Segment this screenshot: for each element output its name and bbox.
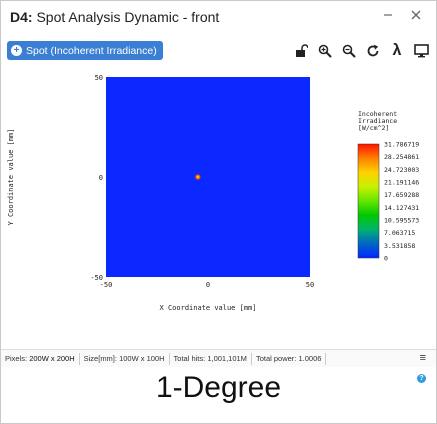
close-button[interactable] <box>406 7 426 27</box>
zoom-in-icon <box>318 44 332 58</box>
colorbar-tick-label: 10.595573 <box>384 217 419 225</box>
spot-analysis-type-button[interactable]: + Spot (Incoherent Irradiance) <box>7 41 163 60</box>
colorbar-tick-label: 28.254861 <box>384 153 419 161</box>
hamburger-menu-icon[interactable]: ≡ <box>420 352 426 364</box>
lambda-icon: λ <box>392 42 402 59</box>
colorbar-tick-label: 7.063715 <box>384 229 415 237</box>
zoom-in-button[interactable] <box>314 40 336 62</box>
minimize-icon <box>384 14 392 16</box>
x-tick-label: -50 <box>100 281 113 289</box>
y-tick-label: 50 <box>95 74 103 82</box>
status-total-hits: Total hits: 1,001,101M <box>170 352 252 365</box>
plus-circle-icon: + <box>11 45 22 56</box>
status-pixels: Pixels: 200W x 200H <box>1 352 80 365</box>
plot-area: -50 0 50 50 0 -50 X Coordinate value [mm] Y Coo… <box>1 67 436 349</box>
window-title: D4: Spot Analysis Dynamic - front <box>10 9 220 25</box>
y-tick-label: 0 <box>99 174 103 182</box>
y-axis-label: Y Coordinate value [mm] <box>7 129 15 226</box>
colorbar-tick-label: 3.531858 <box>384 242 415 250</box>
monitor-icon <box>413 44 429 58</box>
wavelength-button[interactable]: λ <box>386 40 408 62</box>
colorbar-tick-label: 21.191146 <box>384 179 419 187</box>
heatmap-field <box>106 77 310 277</box>
unlock-icon <box>296 44 308 57</box>
colorbar-tick-label: 14.127431 <box>384 204 419 212</box>
help-icon[interactable]: ? <box>417 374 426 383</box>
zoom-out-button[interactable] <box>338 40 360 62</box>
y-tick-label: -50 <box>90 274 103 282</box>
spot-analysis-type-label: Spot (Incoherent Irradiance) <box>26 44 157 57</box>
x-axis-label: X Coordinate value [mm] <box>160 304 257 312</box>
title-bar: D4: Spot Analysis Dynamic - front <box>1 1 436 33</box>
minimize-button[interactable] <box>378 7 398 27</box>
heatmap-spot-core <box>196 175 199 179</box>
spot-analysis-window: D4: Spot Analysis Dynamic - front + Spot… <box>0 0 437 424</box>
refresh-icon <box>367 44 379 57</box>
status-bar: Pixels: 200W x 200H Size[mm]: 100W x 100… <box>1 349 436 367</box>
refresh-button[interactable] <box>362 40 384 62</box>
spot-heatmap-chart[interactable]: -50 0 50 50 0 -50 X Coordinate value [mm] Y Coo… <box>1 67 436 349</box>
zoom-out-icon <box>342 44 356 58</box>
caption-text: 1-Degree <box>155 371 282 404</box>
colorbar-tick-label: 31.786719 <box>384 141 419 149</box>
toolbar: + Spot (Incoherent Irradiance) λ <box>1 35 436 65</box>
display-button[interactable] <box>410 40 432 62</box>
colorbar-tick-label: 0 <box>384 255 388 263</box>
x-tick-label: 50 <box>306 281 314 289</box>
colorbar-tick-label: 24.723003 <box>384 166 419 174</box>
colorbar <box>357 143 380 259</box>
close-icon <box>411 10 421 20</box>
status-total-power: Total power: 1.0006 <box>252 352 327 365</box>
unlock-button[interactable] <box>290 40 312 62</box>
status-size: Size[mm]: 100W x 100H <box>80 352 170 365</box>
colorbar-title: [W/cm^2] <box>358 124 389 132</box>
colorbar-tick-label: 17.659288 <box>384 191 419 199</box>
x-tick-label: 0 <box>206 281 210 289</box>
